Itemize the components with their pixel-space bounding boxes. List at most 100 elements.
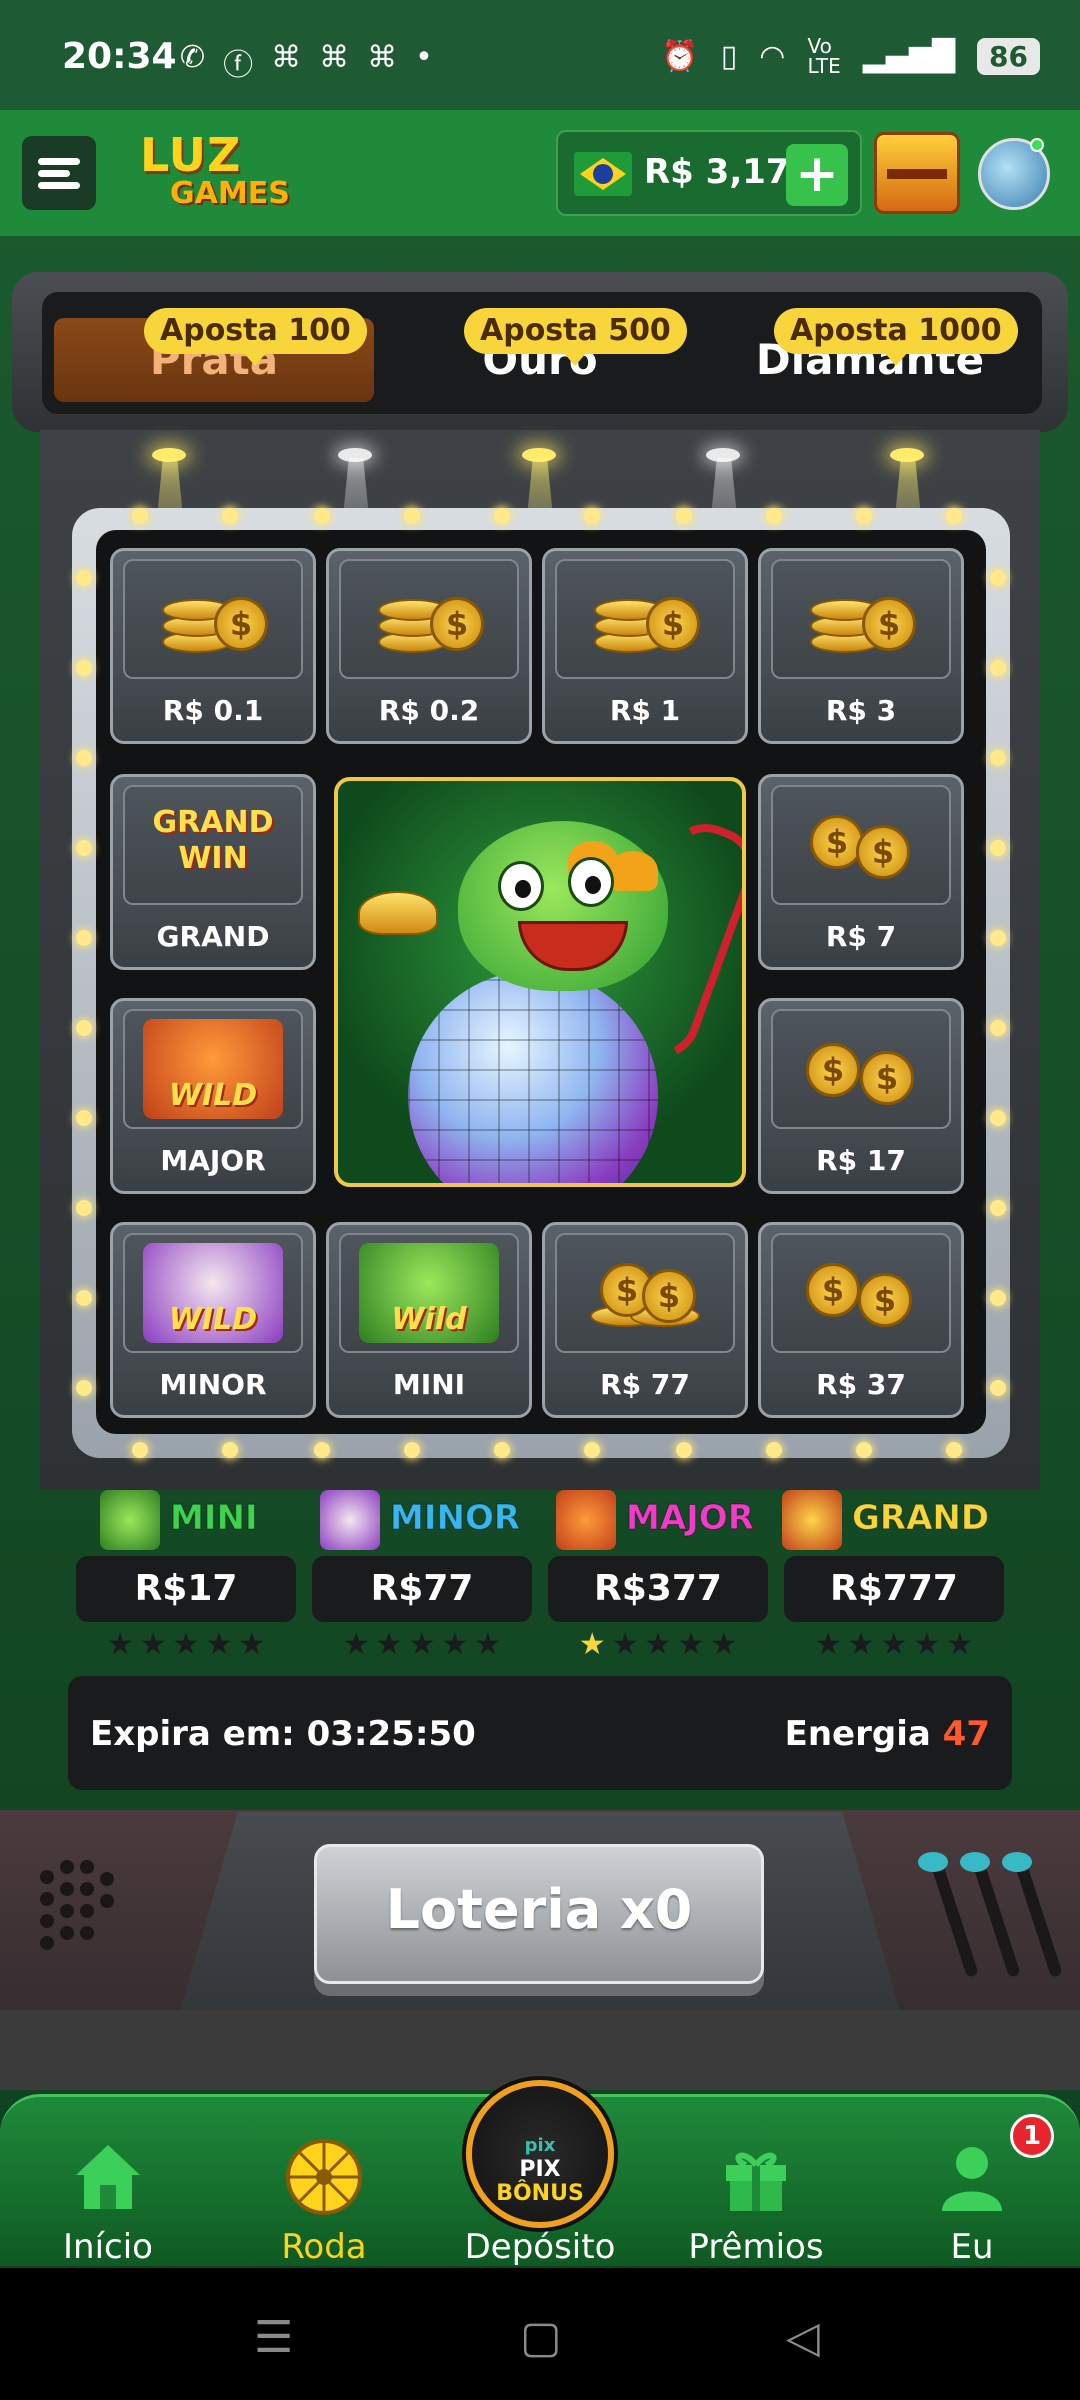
bet-tabs: Prata Aposta 100 Ouro Aposta 500 Diamant… [42, 292, 1042, 414]
coins-icon: $ [806, 579, 916, 659]
star-icon: ★ [578, 1627, 606, 1662]
nav-label: Depósito [464, 2227, 616, 2267]
app-icon: ⌘ [319, 40, 350, 75]
prize-label: MAJOR [160, 1144, 266, 1177]
prize-label: R$ 7 [825, 920, 897, 953]
loteria-button[interactable]: Loteria x0 [314, 1844, 764, 1984]
back-icon[interactable]: ◁ [786, 2312, 820, 2363]
home-icon [76, 2145, 140, 2209]
star-icon: ★ [710, 1627, 738, 1662]
nav-label: Prêmios [688, 2227, 824, 2267]
bulb [766, 1442, 782, 1458]
bulb [404, 1442, 420, 1458]
bulb [494, 1442, 510, 1458]
coins-icon: $ $ [806, 1029, 916, 1109]
online-indicator [1030, 138, 1044, 152]
bulb [856, 1442, 872, 1458]
system-icons: ⏰ ▯ ◠ Vo LTE ▂▄▆█ 86 [661, 36, 1040, 76]
rabbit-wild-icon: WILD [143, 1243, 283, 1343]
whatsapp-icon: ✆ [180, 40, 206, 75]
bulb [76, 1020, 92, 1036]
jackpot-value: R$17 [76, 1556, 296, 1622]
bulb [76, 1200, 92, 1216]
nav-label: Roda [281, 2227, 367, 2267]
jackpot-name: MAJOR [626, 1498, 755, 1539]
star-rating: ★ ★ ★ ★ ★ [784, 1628, 1004, 1662]
prize-cell-coins: $ $ R$ 17 [758, 998, 964, 1194]
coins-icon: $ [158, 579, 268, 659]
bonus-label: BÔNUS [496, 2181, 584, 2206]
tiger-icon [556, 1490, 616, 1550]
grand-win-icon [782, 1490, 842, 1550]
balance-amount: R$ 3,17 [644, 152, 790, 192]
star-icon: ★ [106, 1627, 134, 1662]
balance-box: R$ 3,17 + [556, 130, 862, 216]
prize-label: R$ 1 [609, 694, 681, 727]
bulb [946, 1442, 962, 1458]
tab-prata[interactable]: Prata Aposta 100 [54, 308, 374, 402]
prize-cell-coins: $ R$ 1 [542, 548, 748, 744]
coins-icon: $ [590, 579, 700, 659]
bulb [990, 1200, 1006, 1216]
prize-cell-coins: $ $ R$ 7 [758, 774, 964, 970]
bulb [314, 508, 330, 524]
gift-icon [726, 2152, 786, 2211]
dragon-artwork [334, 777, 746, 1187]
bulb [76, 750, 92, 766]
star-icon: ★ [375, 1627, 403, 1662]
tab-ouro[interactable]: Ouro Aposta 500 [380, 308, 700, 402]
treasure-chest-icon[interactable] [874, 132, 960, 214]
add-funds-button[interactable]: + [786, 144, 848, 206]
wifi-icon: ◠ [759, 38, 786, 74]
pix-bonus-button[interactable]: pix PIX BÔNUS [466, 2080, 614, 2228]
notification-icons: ✆ ⓕ ⌘ ⌘ ⌘ • [180, 40, 433, 84]
bulb [584, 1442, 600, 1458]
star-icon: ★ [238, 1627, 266, 1662]
dragon-wild-icon: Wild [359, 1243, 499, 1343]
jackpot-value: R$377 [548, 1556, 768, 1622]
star-icon: ★ [913, 1627, 941, 1662]
wheel-icon [286, 2139, 362, 2215]
star-icon: ★ [342, 1627, 370, 1662]
bulb [76, 660, 92, 676]
volte-icon: Vo LTE [807, 34, 841, 78]
prize-label: MINOR [159, 1368, 267, 1401]
prize-cell-mini: Wild MINI [326, 1222, 532, 1418]
star-icon: ★ [644, 1627, 672, 1662]
coins-icon: $ $ [806, 805, 916, 885]
bulb [132, 508, 148, 524]
home-button-icon[interactable]: ▢ [520, 2312, 562, 2363]
machine-top: Prata Aposta 100 Ouro Aposta 500 Diamant… [12, 272, 1068, 432]
jackpot-name: MINOR [389, 1498, 521, 1539]
notification-badge: 1 [1010, 2114, 1054, 2158]
vibrate-icon: ▯ [720, 38, 738, 74]
bulb [404, 508, 420, 524]
bulb [76, 930, 92, 946]
star-rating: ★ ★ ★ ★ ★ [548, 1628, 768, 1662]
star-icon: ★ [205, 1627, 233, 1662]
star-icon: ★ [946, 1627, 974, 1662]
brazil-flag-icon [574, 152, 632, 196]
bulb [76, 840, 92, 856]
star-icon: ★ [441, 1627, 469, 1662]
recent-apps-icon[interactable]: ☰ [254, 2312, 293, 2363]
star-icon: ★ [880, 1627, 908, 1662]
jackpot-grand-header: GRAND [782, 1490, 1002, 1552]
dragon-icon [100, 1490, 160, 1550]
prize-cell-minor: WILD MINOR [110, 1222, 316, 1418]
bulb [766, 508, 782, 524]
bulb [132, 1442, 148, 1458]
bulb [856, 508, 872, 524]
prize-cell-coins: $ $ R$ 37 [758, 1222, 964, 1418]
coins-icon: $ [374, 579, 484, 659]
prize-label: R$ 17 [816, 1144, 906, 1177]
star-icon: ★ [847, 1627, 875, 1662]
nav-label: Eu [950, 2227, 994, 2267]
tab-diamante[interactable]: Diamante Aposta 1000 [710, 308, 1030, 402]
info-bar: Expira em: 03:25:50 Energia 47 [68, 1676, 1012, 1790]
prize-cell-major: WILD MAJOR [110, 998, 316, 1194]
menu-button[interactable] [22, 136, 96, 210]
star-rating: ★ ★ ★ ★ ★ [76, 1628, 296, 1662]
jackpot-mini-header: MINI [100, 1490, 300, 1552]
bulb [676, 508, 692, 524]
